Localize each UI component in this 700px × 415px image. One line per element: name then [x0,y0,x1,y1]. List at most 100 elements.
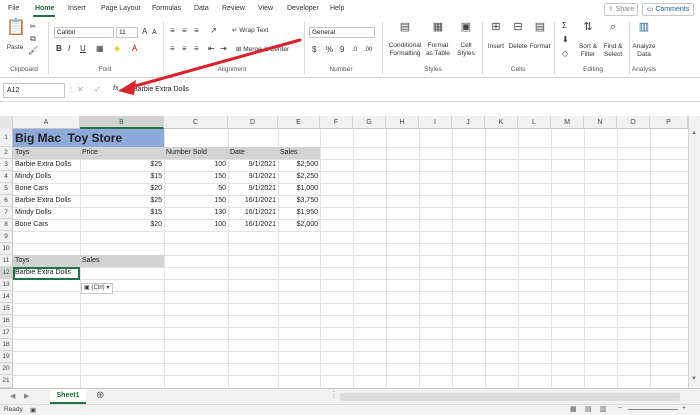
table-cell[interactable]: $2,000 [278,219,320,231]
column-header[interactable]: O [617,116,650,129]
sort-filter-button[interactable]: Sort & Filter [576,43,600,59]
format-button[interactable]: Format [529,43,551,51]
normal-view-icon[interactable]: ▦ [570,405,577,413]
table-cell[interactable]: 150 [164,195,228,207]
table-cell[interactable]: Barbie Extra Dolls [13,159,80,171]
scroll-up-icon[interactable]: ▲ [691,130,697,136]
row-header[interactable]: 11 [0,255,13,267]
header-cell[interactable]: Toys [13,147,80,159]
table-cell[interactable]: 16/1/2021 [228,195,278,207]
macro-record-icon[interactable]: ▣ [30,406,36,414]
column-header[interactable]: I [419,116,452,129]
table-cell[interactable]: 50 [164,183,228,195]
table-cell[interactable]: 16/1/2021 [228,219,278,231]
table-cell[interactable]: $1,950 [278,207,320,219]
paste-options-button[interactable]: ▣ (Ctrl) ▾ [81,283,113,294]
font-size-select[interactable]: 11 [116,27,138,38]
page-layout-view-icon[interactable]: ▤ [585,405,592,413]
increase-font-icon[interactable]: A [142,27,147,37]
column-header[interactable]: P [650,116,688,129]
tab-review[interactable]: Review [222,5,245,12]
tab-help[interactable]: Help [330,5,344,12]
row-header[interactable]: 2 [0,147,13,159]
conditional-formatting-icon[interactable]: ▤ [395,21,415,33]
copy-icon[interactable]: ⧉ [28,33,38,45]
delete-button[interactable]: Delete [507,43,529,51]
table-cell[interactable]: $20 [80,219,164,231]
table-cell[interactable]: $2,250 [278,171,320,183]
table-cell[interactable]: Bone Cars [13,219,80,231]
merge-center-button[interactable]: ⊞ Merge & Center [236,46,289,54]
table-cell[interactable]: 130 [164,207,228,219]
row-header[interactable]: 10 [0,243,13,255]
cell-styles-icon[interactable]: ▣ [456,21,476,33]
underline-icon[interactable]: U [80,44,86,54]
percent-icon[interactable]: % [326,45,333,55]
column-header[interactable]: C [164,116,228,129]
tab-home[interactable]: Home [35,5,54,12]
increase-decimal-icon[interactable]: .0 [352,45,357,55]
number-format-select[interactable]: General [309,27,375,38]
tab-formulas[interactable]: Formulas [152,5,181,12]
header-cell[interactable]: Price [80,147,164,159]
table-cell[interactable]: 150 [164,171,228,183]
table-cell[interactable]: 9/1/2021 [228,159,278,171]
row-header[interactable]: 12 [0,267,13,279]
table-cell[interactable]: 9/1/2021 [228,171,278,183]
table-cell[interactable]: 100 [164,219,228,231]
conditional-formatting-button[interactable]: Conditional Formatting [385,42,425,58]
column-header[interactable]: M [551,116,584,129]
insert-function-icon[interactable]: fx [113,85,118,92]
page-break-view-icon[interactable]: ▥ [600,405,607,413]
table-cell[interactable]: $15 [80,207,164,219]
table-cell[interactable]: 100 [164,159,228,171]
row-header[interactable]: 9 [0,231,13,243]
align-bottom-icon[interactable]: ≡ [194,26,199,36]
select-all-corner[interactable] [0,116,13,129]
cut-icon[interactable]: ✂ [28,21,38,33]
tab-file[interactable]: File [8,5,19,12]
table-cell[interactable]: $1,000 [278,183,320,195]
clear-icon[interactable]: ◇ [562,49,568,59]
tab-data[interactable]: Data [194,5,209,12]
column-header[interactable]: N [584,116,617,129]
borders-icon[interactable]: ▦ [96,44,104,54]
name-box[interactable]: A12 [3,83,65,98]
prev-sheet-icon[interactable]: ◀ [10,392,15,400]
header-cell[interactable]: Number Sold [164,147,228,159]
format-cells-icon[interactable]: ▤ [530,21,550,33]
fill-color-icon[interactable]: ◈ [114,44,120,54]
header-cell[interactable]: Sales [80,255,164,267]
column-header[interactable]: F [320,116,353,129]
row-header[interactable]: 20 [0,363,13,375]
comments-button[interactable]: ▭ Comments [642,3,694,16]
decrease-decimal-icon[interactable]: .00 [364,45,372,55]
horizontal-scrollbar[interactable] [340,393,680,401]
column-header[interactable]: H [386,116,419,129]
row-header[interactable]: 15 [0,303,13,315]
insert-button[interactable]: Insert [486,43,506,51]
decrease-indent-icon[interactable]: ⇤ [208,44,215,54]
currency-icon[interactable]: $ [312,45,316,55]
enter-icon[interactable]: ✓ [94,85,101,94]
orientation-icon[interactable]: ↗ [210,26,217,36]
zoom-out-icon[interactable]: − [618,405,622,412]
find-select-icon[interactable]: ⌕ [603,21,623,33]
tab-insert[interactable]: Insert [68,5,86,12]
align-right-icon[interactable]: ≡ [194,44,199,54]
header-cell[interactable]: Date [228,147,278,159]
formula-input[interactable]: Barbie Extra Dolls [129,82,694,99]
column-header[interactable]: B [80,116,164,129]
row-header[interactable]: 18 [0,339,13,351]
row-header[interactable]: 6 [0,195,13,207]
font-name-select[interactable]: Calibri [54,27,114,38]
analyze-data-button[interactable]: Analyze Data [631,43,657,59]
row-header[interactable]: 5 [0,183,13,195]
row-header[interactable]: 17 [0,327,13,339]
zoom-slider[interactable] [628,409,678,410]
table-cell[interactable]: Mindy Dolls [13,171,80,183]
vertical-scrollbar[interactable]: ▲ ▼ [688,116,700,388]
share-button[interactable]: ⇪ Share [604,3,638,16]
row-header[interactable]: 3 [0,159,13,171]
bold-icon[interactable]: B [56,44,62,54]
